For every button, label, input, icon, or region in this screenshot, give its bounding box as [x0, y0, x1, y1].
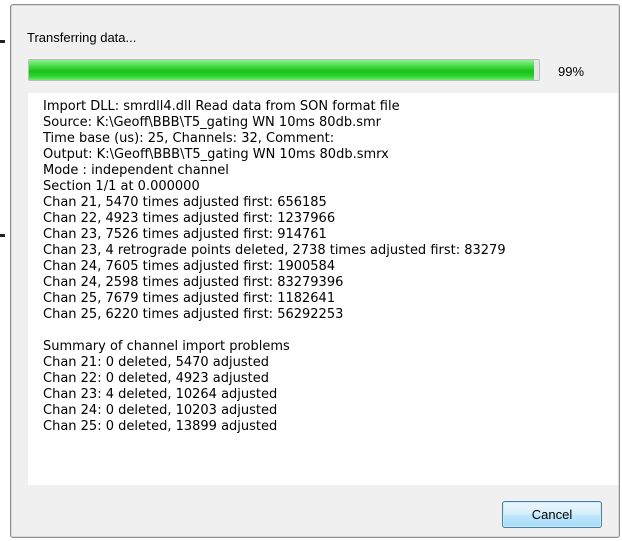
log-line: Chan 25, 7679 times adjusted first: 1182… [43, 291, 336, 306]
log-line: Time base (us): 25, Channels: 32, Commen… [43, 131, 335, 146]
progress-bar [28, 59, 540, 81]
log-line: Chan 25: 0 deleted, 13899 adjusted [43, 419, 278, 434]
screenshot: Transferring data... 99% Import DLL: smr… [0, 0, 622, 541]
log-line: Chan 21: 0 deleted, 5470 adjusted [43, 355, 269, 370]
log-line: Chan 25, 6220 times adjusted first: 5629… [43, 307, 344, 322]
log-line: Import DLL: smrdll4.dll Read data from S… [43, 99, 400, 114]
log-line: Chan 21, 5470 times adjusted first: 6561… [43, 195, 327, 210]
import-progress-dialog: Transferring data... 99% Import DLL: smr… [10, 4, 620, 538]
log-line: Source: K:\Geoff\BBB\T5_gating WN 10ms 8… [43, 115, 381, 130]
cancel-button[interactable]: Cancel [502, 501, 602, 528]
log-line: Section 1/1 at 0.000000 [43, 179, 200, 194]
log-line: Summary of channel import problems [43, 339, 290, 354]
log-output[interactable]: Import DLL: smrdll4.dll Read data from S… [28, 93, 618, 485]
log-line: Chan 22: 0 deleted, 4923 adjusted [43, 371, 269, 386]
edge-mark [0, 40, 5, 43]
log-line: Chan 24: 0 deleted, 10203 adjusted [43, 403, 278, 418]
log-line: Chan 23, 7526 times adjusted first: 9147… [43, 227, 327, 242]
log-line: Chan 23, 4 retrograde points deleted, 27… [43, 243, 506, 258]
log-line: Chan 24, 2598 times adjusted first: 8327… [43, 275, 344, 290]
log-line: Chan 22, 4923 times adjusted first: 1237… [43, 211, 336, 226]
edge-mark [0, 234, 5, 237]
log-line: Chan 23: 4 deleted, 10264 adjusted [43, 387, 278, 402]
log-line: Chan 24, 7605 times adjusted first: 1900… [43, 259, 336, 274]
progress-bar-fill [29, 60, 534, 80]
progress-percent: 99% [558, 64, 585, 79]
status-label: Transferring data... [27, 30, 137, 45]
log-line: Mode : independent channel [43, 163, 229, 178]
log-line: Output: K:\Geoff\BBB\T5_gating WN 10ms 8… [43, 147, 389, 162]
